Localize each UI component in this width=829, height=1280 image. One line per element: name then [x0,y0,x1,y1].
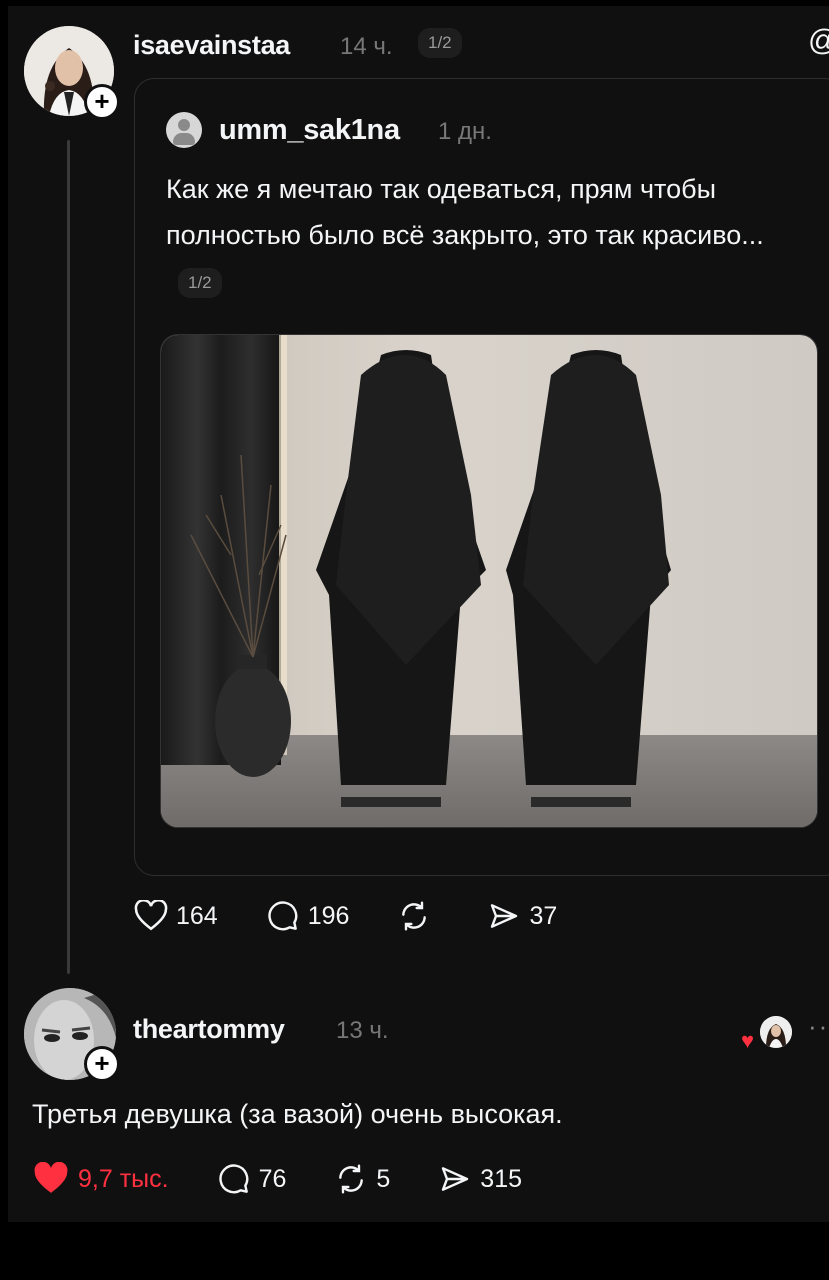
heart-filled-icon [34,1162,68,1193]
follow-plus-button[interactable]: + [84,84,120,120]
like-button[interactable]: 164 [134,900,218,932]
quoted-pager: 1/2 [178,267,222,298]
comment-icon [218,1164,248,1194]
share-icon [491,904,518,928]
post-pager: 1/2 [418,28,462,58]
heart-icon: ♥ [741,1028,755,1053]
reply-username[interactable]: theartommy [133,1014,285,1045]
repost-count: 5 [376,1164,391,1193]
quoted-username[interactable]: umm_sak1na [219,114,400,147]
share-count: 315 [480,1164,523,1193]
threads-feed: + isaevainstaa 14 ч. 1/2 @ umm_sak1na 1 … [8,6,829,1222]
like-button[interactable]: 9,7 тыс. [32,1162,169,1196]
comment-button[interactable]: 76 [217,1163,287,1195]
like-count: 9,7 тыс. [78,1164,169,1193]
reply-text: Третья девушка (за вазой) очень высокая. [32,1099,563,1129]
share-icon [442,1167,469,1191]
heart-icon [134,900,168,931]
post-image[interactable] [160,334,818,828]
thread-line [67,140,70,974]
quoted-time: 1 дн. [438,118,492,145]
threads-icon: @ [808,24,829,58]
bottom-black-bar [0,1222,829,1280]
quoted-text: Как же я мечтаю так одеваться, прям чтоб… [166,166,816,304]
repost-button[interactable]: 5 [334,1163,390,1195]
more-options-button[interactable]: ··· [808,1011,829,1042]
like-count: 164 [176,901,218,930]
post-actions: 164 196 37 [134,900,605,932]
reply-actions: 9,7 тыс. 76 5 315 [32,1162,570,1196]
repost-icon [339,1164,364,1194]
post-time: 14 ч. [340,33,393,60]
comment-button[interactable]: 196 [266,900,350,932]
comment-count: 76 [258,1164,287,1193]
comment-icon [268,901,298,931]
post-username[interactable]: isaevainstaa [133,30,290,61]
repost-icon [402,901,427,931]
repost-button[interactable] [397,900,439,932]
comment-count: 196 [307,901,350,930]
share-button[interactable]: 315 [438,1163,522,1195]
reply-time: 13 ч. [336,1017,389,1044]
share-button[interactable]: 37 [487,900,557,932]
author-liked-avatar [760,1016,792,1048]
share-count: 37 [529,901,558,930]
quoted-avatar[interactable] [166,112,202,148]
quoted-text-body: Как же я мечтаю так одеваться, прям чтоб… [166,174,764,250]
follow-plus-button[interactable]: + [84,1046,120,1082]
